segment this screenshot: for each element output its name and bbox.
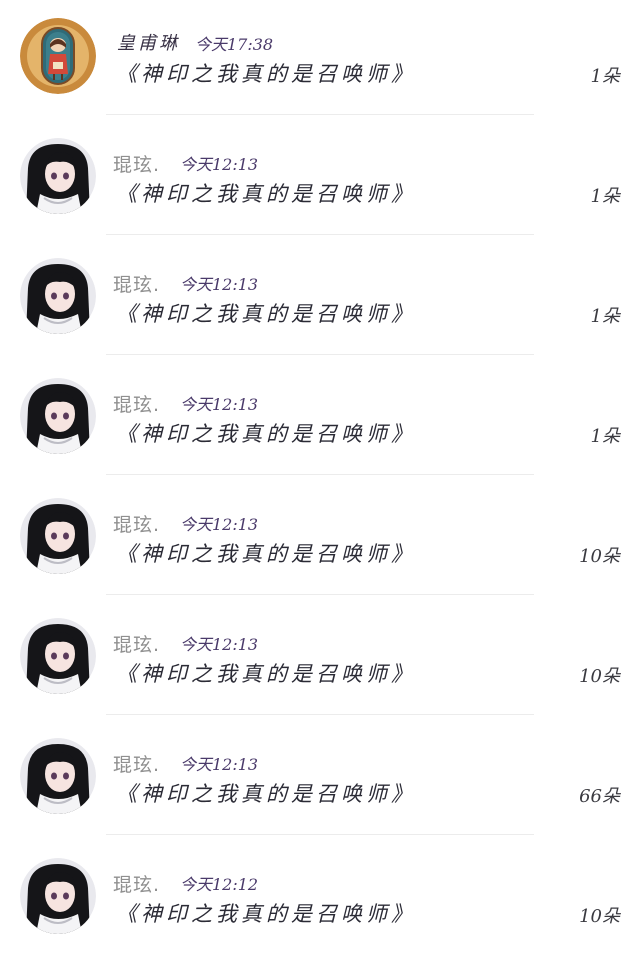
gift-amount: 10朵 [579,666,620,687]
list-item[interactable]: 皇甫琳 今天17:38 《神印之我真的是召唤师》 1朵 [0,0,640,120]
avatar-anime-girl-icon [20,138,96,214]
sender-name: 琨玹. [113,754,161,776]
divider [106,354,534,355]
list-item[interactable]: 琨玹. 今天12:13 《神印之我真的是召唤师》 66朵 [0,720,640,840]
gift-amount: 1朵 [590,66,620,87]
avatar[interactable] [20,738,96,814]
gift-amount: 10朵 [579,546,620,567]
sender-name: 皇甫琳 [117,33,180,54]
gift-record-list: 皇甫琳 今天17:38 《神印之我真的是召唤师》 1朵 琨玹. 今天12:13 … [0,0,640,952]
avatar-anime-girl-icon [20,378,96,454]
avatar-anime-girl-icon [20,738,96,814]
sender-name: 琨玹. [113,154,161,176]
gift-amount: 1朵 [590,426,620,447]
sender-name: 琨玹. [113,274,161,296]
avatar-anime-girl-icon [20,618,96,694]
avatar-anime-girl-icon [20,258,96,334]
timestamp: 今天12:13 [180,515,259,534]
list-item[interactable]: 琨玹. 今天12:13 《神印之我真的是召唤师》 1朵 [0,360,640,480]
timestamp: 今天12:13 [180,635,259,654]
avatar[interactable] [20,498,96,574]
message-text: 《神印之我真的是召唤师》 [116,182,416,206]
avatar[interactable] [20,138,96,214]
timestamp: 今天12:13 [180,155,259,174]
gift-amount: 10朵 [579,906,620,927]
divider [106,834,534,835]
avatar[interactable] [20,378,96,454]
timestamp: 今天12:13 [180,755,259,774]
gift-amount: 1朵 [590,306,620,327]
divider [106,114,534,115]
sender-name: 琨玹. [113,634,161,656]
avatar[interactable] [20,18,96,94]
avatar[interactable] [20,618,96,694]
avatar-anime-girl-icon [20,858,96,934]
avatar-frame-doll-icon [20,18,96,94]
sender-name: 琨玹. [113,514,161,536]
list-item[interactable]: 琨玹. 今天12:13 《神印之我真的是召唤师》 10朵 [0,600,640,720]
divider [106,714,534,715]
message-text: 《神印之我真的是召唤师》 [116,542,416,566]
divider [106,474,534,475]
list-item[interactable]: 琨玹. 今天12:13 《神印之我真的是召唤师》 1朵 [0,240,640,360]
timestamp: 今天12:13 [180,275,259,294]
avatar[interactable] [20,258,96,334]
message-text: 《神印之我真的是召唤师》 [116,422,416,446]
message-text: 《神印之我真的是召唤师》 [116,662,416,686]
list-item[interactable]: 琨玹. 今天12:12 《神印之我真的是召唤师》 10朵 [0,840,640,960]
list-item[interactable]: 琨玹. 今天12:13 《神印之我真的是召唤师》 10朵 [0,480,640,600]
message-text: 《神印之我真的是召唤师》 [116,62,416,86]
sender-name: 琨玹. [113,874,161,896]
divider [106,234,534,235]
avatar[interactable] [20,858,96,934]
gift-amount: 1朵 [590,186,620,207]
divider [106,594,534,595]
message-text: 《神印之我真的是召唤师》 [116,782,416,806]
gift-amount: 66朵 [579,786,620,807]
timestamp: 今天17:38 [195,35,274,54]
timestamp: 今天12:13 [180,395,259,414]
avatar-anime-girl-icon [20,498,96,574]
message-text: 《神印之我真的是召唤师》 [116,902,416,926]
timestamp: 今天12:12 [180,875,259,894]
list-item[interactable]: 琨玹. 今天12:13 《神印之我真的是召唤师》 1朵 [0,120,640,240]
message-text: 《神印之我真的是召唤师》 [116,302,416,326]
sender-name: 琨玹. [113,394,161,416]
